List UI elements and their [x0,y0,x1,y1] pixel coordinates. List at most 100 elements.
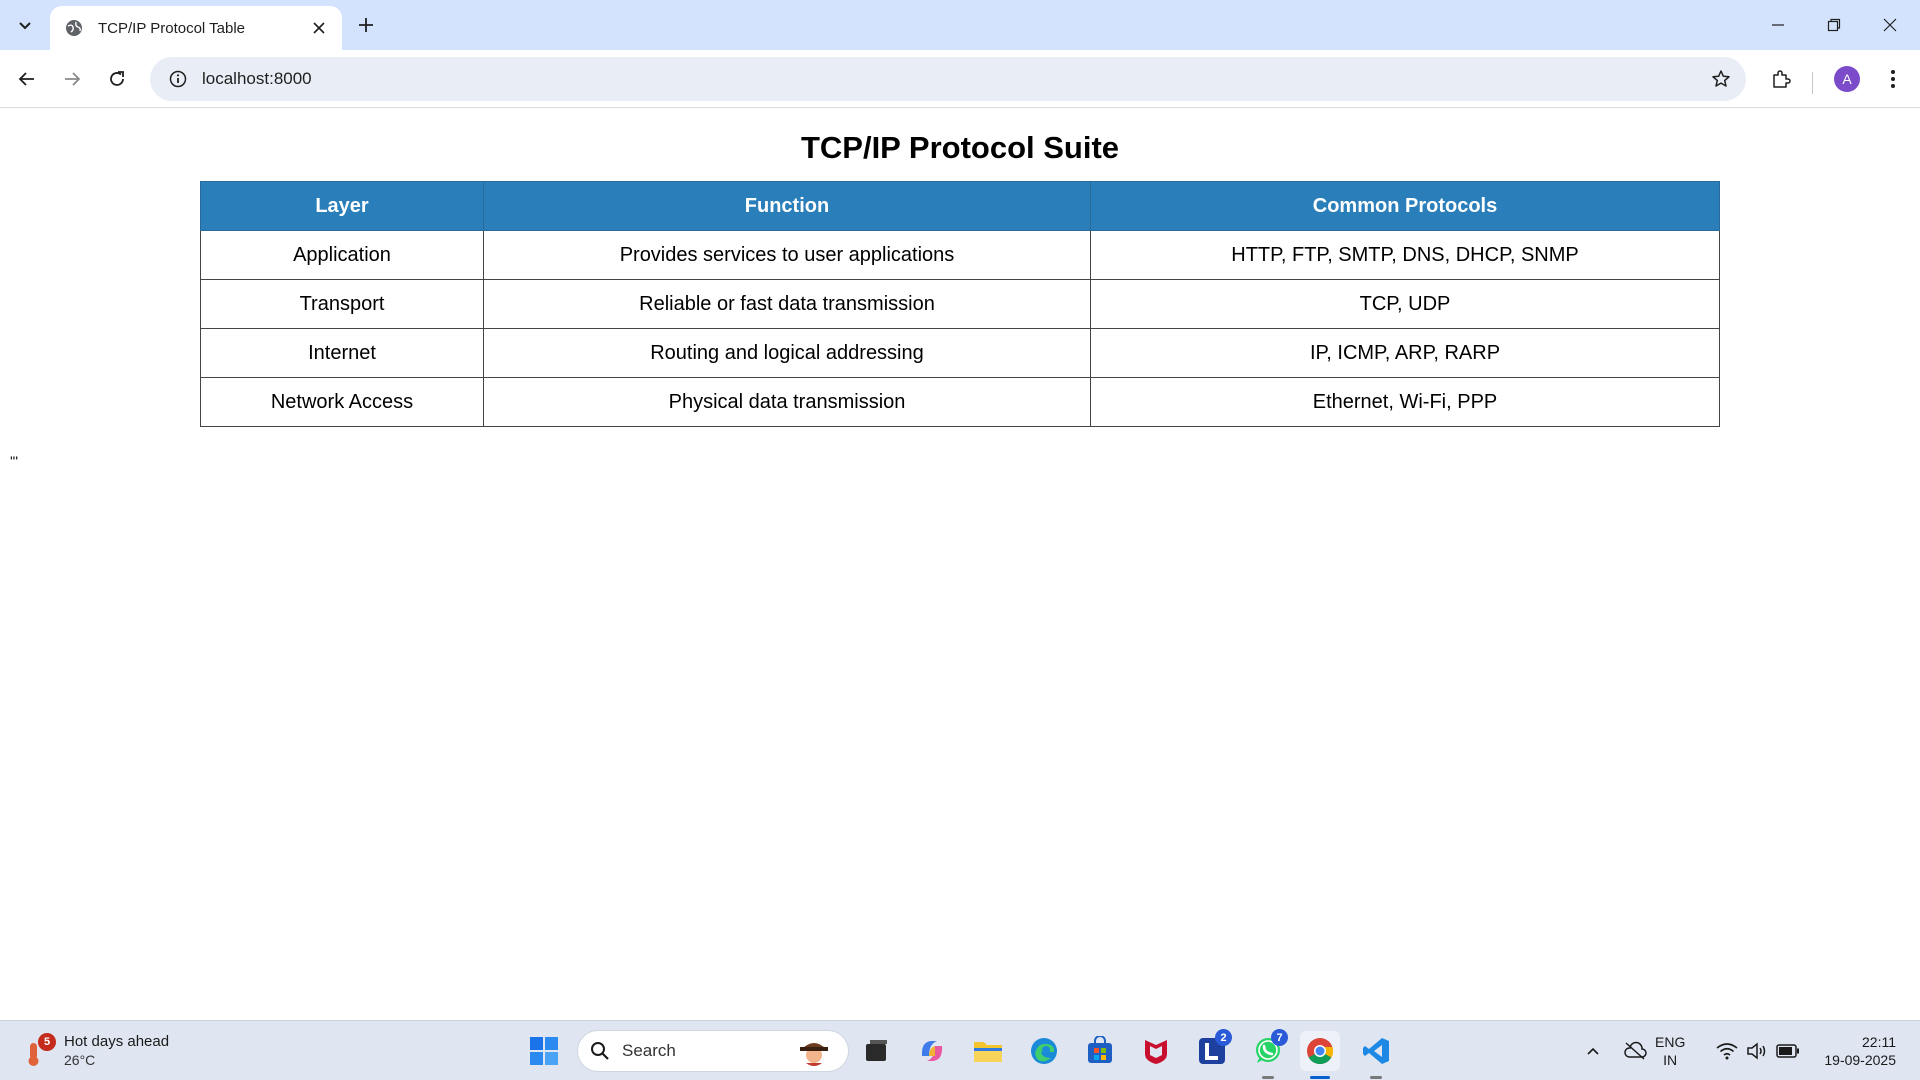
table-row: Transport Reliable or fast data transmis… [200,279,1720,329]
tab-search-button[interactable] [8,9,42,41]
edge-icon [1031,1038,1057,1064]
copilot-icon [921,1041,943,1061]
cell-function: Provides services to user applications [483,230,1091,280]
cell-protocols: TCP, UDP [1090,279,1720,329]
cloud-off-icon [1624,1041,1647,1060]
info-icon [169,70,187,88]
back-button[interactable] [10,62,44,96]
page-title: TCP/IP Protocol Suite [800,130,1120,165]
taskbar-store[interactable] [1080,1031,1120,1071]
cell-function: Routing and logical addressing [483,328,1091,378]
running-indicator [1262,1076,1274,1079]
taskbar-copilot[interactable] [912,1031,952,1071]
column-header-function: Function [483,181,1091,231]
browser-toolbar: localhost:8000 A [0,50,1920,108]
whatsapp-badge: 7 [1271,1029,1288,1046]
language-code: ENG [1655,1034,1686,1050]
volume-status[interactable] [1744,1021,1770,1080]
search-label: Search [622,1041,676,1060]
avatar: A [1834,66,1860,92]
l-app-badge: 2 [1215,1029,1232,1046]
table-header-row: Layer Function Common Protocols [200,181,1720,231]
close-icon [313,22,325,34]
active-window-indicator [1310,1076,1330,1079]
close-icon [1883,18,1897,32]
new-tab-button[interactable] [352,11,380,39]
toolbar-separator [1812,72,1813,94]
cell-function: Physical data transmission [483,377,1091,427]
input-language[interactable]: ENG IN [1655,1033,1685,1069]
weather-widget[interactable]: 5 Hot days ahead 26°C [24,1029,169,1073]
running-indicator [1370,1076,1382,1079]
wifi-status[interactable] [1714,1021,1740,1080]
taskbar-vscode[interactable] [1356,1031,1396,1079]
forward-button[interactable] [55,62,89,96]
taskbar-edge[interactable] [1024,1031,1064,1071]
cell-protocols: Ethernet, Wi-Fi, PPP [1090,377,1720,427]
mcafee-icon [1145,1040,1167,1064]
weather-thermometer-icon: 5 [24,1033,56,1069]
address-bar[interactable]: localhost:8000 [150,57,1746,101]
wifi-icon [1716,1043,1738,1060]
taskbar-mcafee[interactable] [1136,1031,1176,1071]
store-icon [1088,1036,1112,1063]
search-icon [578,1041,622,1061]
cell-layer: Application [200,230,484,280]
cell-layer: Transport [200,279,484,329]
extensions-button[interactable] [1764,62,1798,96]
tab-close-button[interactable] [308,17,330,39]
task-view-icon [866,1040,887,1061]
onedrive-status[interactable] [1618,1021,1652,1080]
system-clock[interactable]: 22:11 19-09-2025 [1810,1033,1896,1069]
site-info-button[interactable] [156,57,200,101]
minimize-icon [1772,24,1784,26]
start-button[interactable] [524,1031,564,1071]
back-icon [18,72,34,86]
cell-protocols: HTTP, FTP, SMTP, DNS, DHCP, SNMP [1090,230,1720,280]
cell-function: Reliable or fast data transmission [483,279,1091,329]
file-explorer-icon [974,1042,1002,1062]
browser-menu-button[interactable] [1876,62,1910,96]
clock-time: 22:11 [1862,1034,1896,1050]
page-viewport: TCP/IP Protocol Suite Layer Function Com… [0,108,1920,1020]
table-row: Network Access Physical data transmissio… [200,377,1720,427]
taskbar-file-explorer[interactable] [968,1031,1008,1071]
browser-tab-active[interactable]: TCP/IP Protocol Table [50,6,342,50]
restore-button[interactable] [1806,0,1862,50]
extensions-icon [1773,70,1791,88]
column-header-layer: Layer [200,181,484,231]
window-close-button[interactable] [1862,0,1918,50]
globe-icon [66,20,82,36]
forward-icon [65,72,81,86]
battery-icon [1776,1044,1799,1058]
volume-icon [1747,1042,1766,1060]
weather-badge: 5 [38,1033,56,1051]
tab-strip: TCP/IP Protocol Table [0,0,1920,50]
show-hidden-icons-button[interactable] [1578,1021,1608,1080]
weather-headline: Hot days ahead [64,1033,170,1050]
reload-icon [110,71,124,86]
plus-icon [359,18,373,32]
taskbar-chrome[interactable] [1300,1031,1340,1079]
search-highlight-icon [800,1043,828,1066]
cell-layer: Internet [200,328,484,378]
stray-quote-text: ''' [10,453,19,469]
reload-button[interactable] [100,62,134,96]
taskbar-search[interactable]: Search [577,1030,849,1072]
profile-button[interactable]: A [1830,62,1864,96]
vscode-icon [1363,1038,1389,1064]
minimize-button[interactable] [1750,0,1806,50]
clock-date: 19-09-2025 [1824,1052,1896,1068]
star-icon [1712,70,1730,87]
bookmark-button[interactable] [1708,66,1734,92]
taskbar-whatsapp[interactable]: 7 [1248,1029,1288,1079]
taskbar-l-app[interactable]: 2 [1192,1029,1232,1071]
chevron-down-icon [19,22,31,30]
taskbar-task-view[interactable] [856,1031,896,1071]
table-row: Internet Routing and logical addressing … [200,328,1720,378]
battery-status[interactable] [1774,1021,1802,1080]
url-text[interactable]: localhost:8000 [202,69,312,89]
table-row: Application Provides services to user ap… [200,230,1720,280]
column-header-protocols: Common Protocols [1090,181,1720,231]
protocol-table: Layer Function Common Protocols Applicat… [200,181,1720,427]
